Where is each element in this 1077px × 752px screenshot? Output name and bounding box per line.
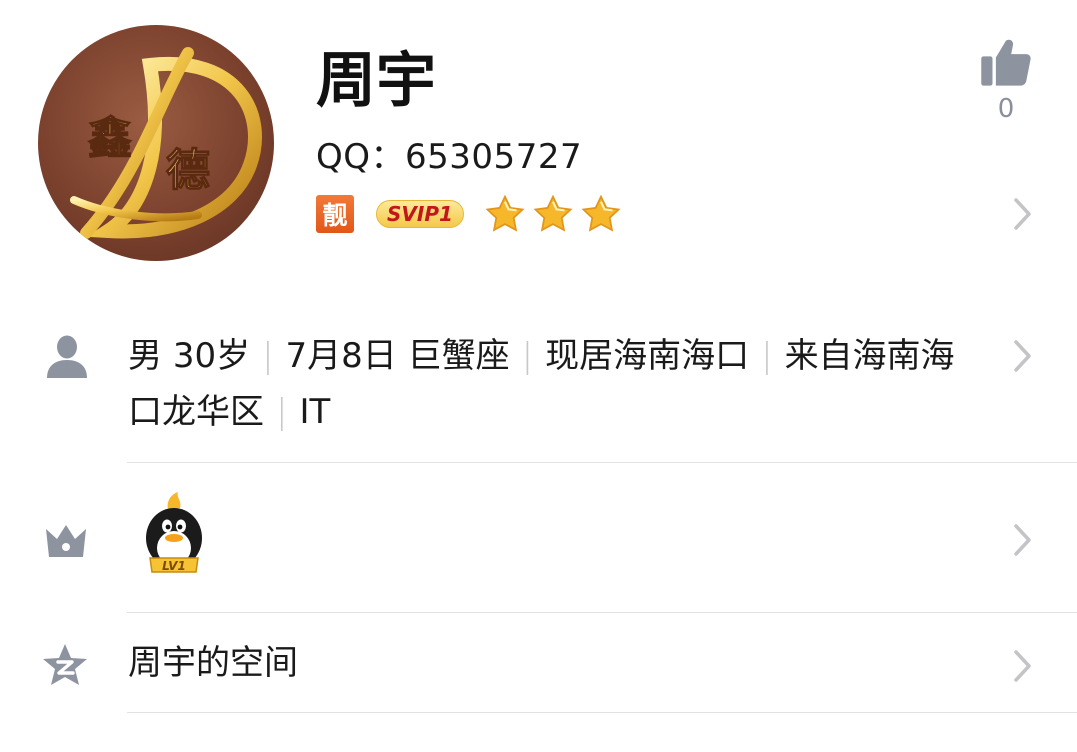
avatar[interactable]: 鑫 德 <box>38 25 274 261</box>
profile-name: 周宇 <box>316 46 436 116</box>
divider <box>127 712 1077 713</box>
chevron-right-icon[interactable] <box>1012 648 1034 684</box>
avatar-char-1: 鑫 <box>88 113 132 164</box>
star-icon <box>581 194 621 232</box>
qzone-star-icon <box>43 644 87 685</box>
crown-icon <box>46 525 86 557</box>
qzone-link[interactable]: 周宇的空间 <box>128 640 298 686</box>
current-location: 现居海南海口 <box>545 336 750 376</box>
star-icon <box>485 194 525 232</box>
avatar-logo-icon: 鑫 德 <box>70 47 262 239</box>
qq-number-line: QQ：65305727 <box>316 136 582 178</box>
personal-info[interactable]: 男 30岁 | 7月8日 巨蟹座 | 现居海南海口 | 来自海南海口龙华区 | IT <box>128 328 978 440</box>
profile-card: 鑫 德 周宇 QQ：65305727 靓 SVIP1 0 男 30岁 | 7月8… <box>0 0 1077 752</box>
divider <box>127 462 1077 463</box>
qq-label: QQ： <box>316 137 406 177</box>
level-text: LV1 <box>162 559 186 573</box>
zodiac: 巨蟹座 <box>407 336 510 376</box>
svip-badge: SVIP1 <box>376 200 464 228</box>
like-count: 0 <box>997 94 1015 124</box>
age: 30岁 <box>172 336 251 376</box>
hometown: 来自海南海口龙华区 <box>128 336 955 432</box>
chevron-right-icon[interactable] <box>1012 338 1034 374</box>
qq-level-penguin-icon: LV1 <box>146 492 202 573</box>
pretty-number-badge: 靓 <box>316 195 354 233</box>
birthday: 7月8日 <box>285 336 397 376</box>
avatar-char-2: 德 <box>166 145 210 196</box>
thumbs-up-icon <box>981 39 1031 86</box>
person-icon <box>47 335 87 378</box>
divider <box>127 612 1077 613</box>
like-button[interactable]: 0 <box>979 36 1033 124</box>
occupation: IT <box>299 392 331 432</box>
badge-row[interactable]: 靓 SVIP1 <box>316 194 628 234</box>
level-stars <box>484 194 628 234</box>
chevron-right-icon[interactable] <box>1012 196 1034 232</box>
star-icon <box>533 194 573 232</box>
qq-number: 65305727 <box>405 137 583 177</box>
gender: 男 <box>128 336 162 376</box>
chevron-right-icon[interactable] <box>1012 522 1034 558</box>
